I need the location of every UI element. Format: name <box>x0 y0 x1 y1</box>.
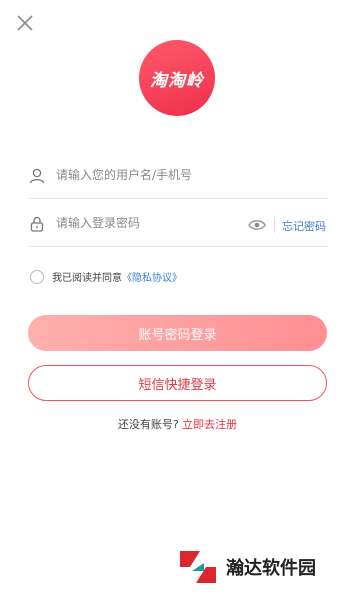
password-field: 忘记密码 <box>28 206 328 247</box>
forgot-password-link[interactable]: 忘记密码 <box>282 218 326 234</box>
sms-login-button[interactable]: 短信快捷登录 <box>28 365 327 401</box>
password-login-label: 账号密码登录 <box>138 327 217 343</box>
register-row: 还没有账号? 立即去注册 <box>0 416 355 432</box>
sms-login-label: 短信快捷登录 <box>138 377 217 393</box>
watermark-text: 瀚达软件园 <box>226 558 316 579</box>
username-field <box>28 158 328 199</box>
close-icon <box>17 15 33 31</box>
password-login-button[interactable]: 账号密码登录 <box>28 315 327 351</box>
eye-icon[interactable] <box>248 218 266 232</box>
app-logo: 淘淘岭 <box>139 40 215 116</box>
user-icon <box>29 168 45 184</box>
watermark: 瀚达软件园 <box>178 547 316 587</box>
agreement-checkbox[interactable] <box>30 269 44 284</box>
register-link[interactable]: 立即去注册 <box>182 418 237 431</box>
lock-icon <box>30 216 44 232</box>
agreement-text: 我已阅读并同意 <box>52 273 122 284</box>
password-input[interactable] <box>56 216 256 230</box>
logo-text: 淘淘岭 <box>150 70 204 91</box>
privacy-policy-link[interactable]: 《隐私协议》 <box>122 269 182 284</box>
close-button[interactable] <box>14 12 36 34</box>
watermark-logo-icon <box>180 551 216 583</box>
agreement-row: 我已阅读并同意 《隐私协议》 <box>30 269 182 284</box>
divider <box>274 217 275 233</box>
username-input[interactable] <box>56 168 316 182</box>
register-prompt: 还没有账号? <box>117 418 179 431</box>
